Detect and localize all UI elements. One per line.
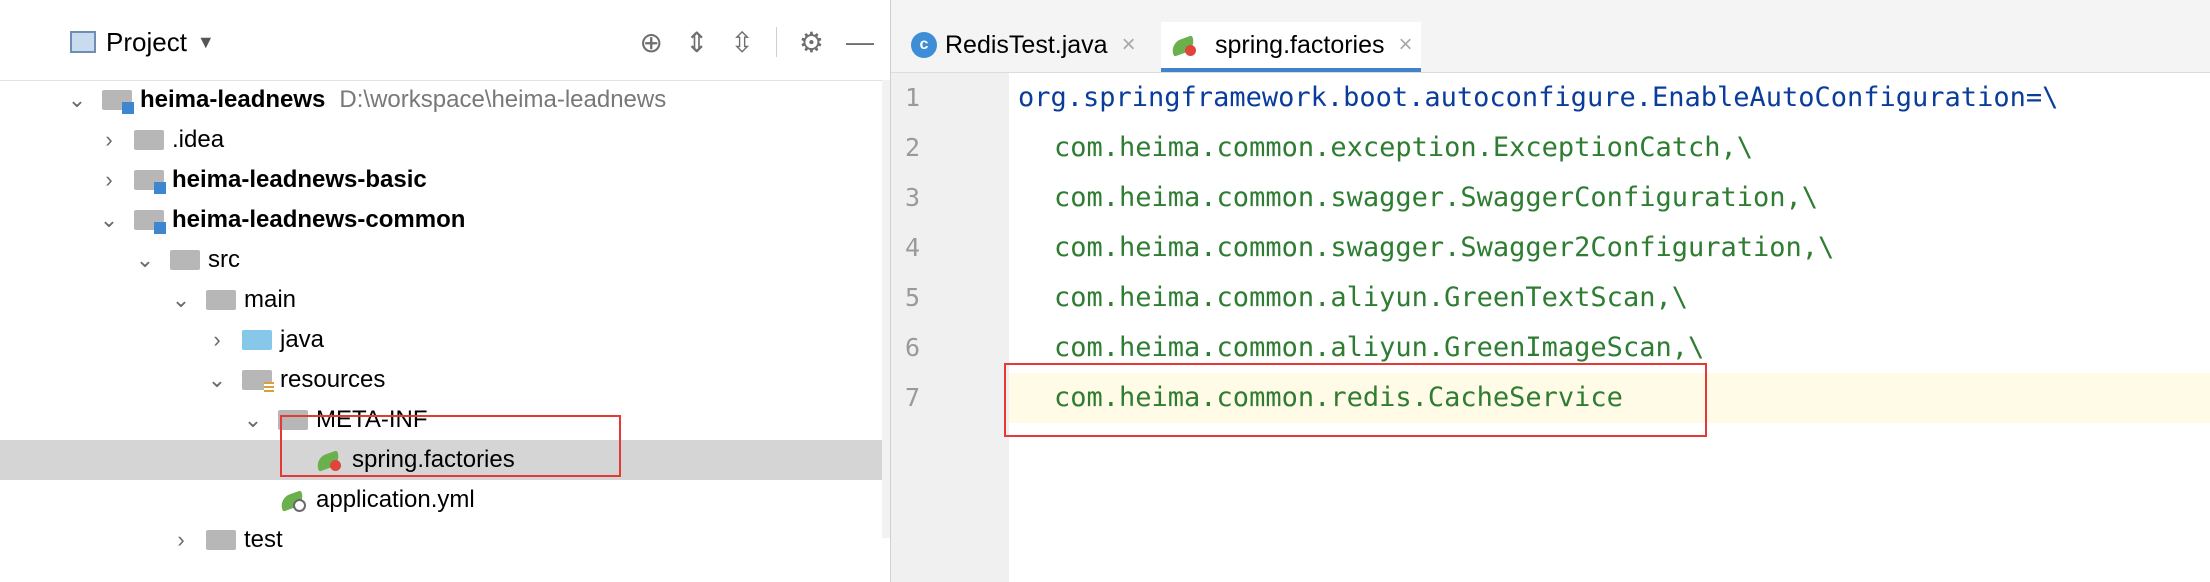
chevron-down-icon[interactable]: ⌄ [206, 367, 228, 393]
tree-item-label: resources [280, 366, 386, 393]
code-area[interactable]: org.springframework.boot.autoconfigure.E… [1009, 73, 2210, 582]
tree-item-label: main [244, 286, 297, 313]
code-text: com.heima.common.swagger.Swagger2Configu… [1054, 232, 1835, 263]
line-number: 7 [905, 383, 921, 412]
code-line[interactable]: com.heima.common.swagger.Swagger2Configu… [1009, 223, 2210, 273]
project-header: Project ▼ ⊕ ⇕ ⇳ ⚙ — [0, 0, 882, 81]
tree-item-label: heima-leadnews-basic [172, 166, 427, 193]
tree-item-label: application.yml [316, 486, 475, 513]
code-text: com.heima.common.exception.ExceptionCatc… [1054, 132, 1753, 163]
tree-item-java[interactable]: › java [0, 320, 882, 360]
tree-item-label: META-INF [316, 406, 428, 433]
chevron-down-icon: ▼ [196, 31, 215, 52]
project-tree: ⌄ heima-leadnews D:\workspace\heima-lead… [0, 80, 882, 582]
spring-config-icon [278, 488, 308, 512]
project-panel: Project ▼ ⊕ ⇕ ⇳ ⚙ — ⌄ heima-leadnews D:\… [0, 0, 882, 582]
source-folder-icon [242, 330, 272, 350]
tab-redistest-java[interactable]: c RedisTest.java × [903, 22, 1144, 68]
folder-icon [134, 130, 164, 150]
tree-item-spring-factories[interactable]: spring.factories [0, 440, 882, 480]
gear-icon[interactable]: ⚙ [799, 26, 824, 59]
tree-item-main[interactable]: ⌄ main [0, 280, 882, 320]
project-toolbar: ⊕ ⇕ ⇳ ⚙ — [639, 22, 874, 62]
tree-item-heima-leadnews[interactable]: ⌄ heima-leadnews D:\workspace\heima-lead… [0, 80, 882, 120]
tree-item-label: src [208, 246, 240, 273]
code-text: com.heima.common.redis.CacheService [1054, 382, 1623, 413]
locate-icon[interactable]: ⊕ [639, 26, 662, 59]
tree-item-label: .idea [172, 126, 225, 153]
code-line[interactable]: com.heima.common.aliyun.GreenImageScan,\ [1009, 323, 2210, 373]
tree-scrollbar[interactable] [882, 80, 890, 538]
tree-item-label: heima-leadnews [140, 86, 326, 113]
code-editor[interactable]: 1 2 3 4 5 6 7 org.springframework.boot.a… [891, 73, 2210, 582]
code-text: org.springframework.boot.autoconfigure.E… [1018, 82, 2059, 113]
tab-label: spring.factories [1215, 30, 1385, 59]
line-number: 5 [905, 283, 921, 312]
project-path: D:\workspace\heima-leadnews [339, 86, 667, 113]
code-line[interactable]: com.heima.common.swagger.SwaggerConfigur… [1009, 173, 2210, 223]
tree-item-src[interactable]: ⌄ src [0, 240, 882, 280]
close-icon[interactable]: × [1122, 31, 1136, 59]
code-text: com.heima.common.aliyun.GreenImageScan,\ [1054, 332, 1705, 363]
resources-folder-icon [242, 370, 274, 394]
tab-label: RedisTest.java [945, 30, 1108, 59]
spring-file-icon [1169, 33, 1199, 57]
tree-item-label: test [244, 526, 283, 553]
project-view-selector[interactable]: Project ▼ [70, 22, 215, 62]
tree-item-label: java [280, 326, 325, 353]
folder-icon [206, 290, 236, 310]
tree-item-heima-leadnews-basic[interactable]: › heima-leadnews-basic [0, 160, 882, 200]
tree-item-label: heima-leadnews-common [172, 206, 466, 233]
code-text: com.heima.common.aliyun.GreenTextScan,\ [1054, 282, 1688, 313]
chevron-right-icon[interactable]: › [206, 327, 228, 353]
project-title: Project [106, 26, 187, 57]
chevron-right-icon[interactable]: › [98, 127, 120, 153]
chevron-right-icon[interactable]: › [98, 167, 120, 193]
module-folder-icon [134, 210, 166, 234]
chevron-down-icon[interactable]: ⌄ [170, 287, 192, 313]
module-folder-icon [102, 90, 134, 114]
toolbar-divider [775, 27, 777, 57]
project-window-icon [70, 31, 96, 53]
line-number: 2 [905, 133, 921, 162]
chevron-down-icon[interactable]: ⌄ [242, 407, 264, 433]
collapse-all-icon[interactable]: ⇳ [730, 26, 753, 59]
code-line-current[interactable]: com.heima.common.redis.CacheService [1009, 373, 2210, 423]
chevron-down-icon[interactable]: ⌄ [98, 207, 120, 233]
tree-item-meta-inf[interactable]: ⌄ META-INF [0, 400, 882, 440]
java-class-icon: c [911, 32, 937, 58]
tree-item-heima-leadnews-common[interactable]: ⌄ heima-leadnews-common [0, 200, 882, 240]
chevron-right-icon[interactable]: › [170, 527, 192, 553]
chevron-down-icon[interactable]: ⌄ [134, 247, 156, 273]
code-text: com.heima.common.swagger.SwaggerConfigur… [1054, 182, 1819, 213]
expand-all-icon[interactable]: ⇕ [685, 26, 708, 59]
line-number: 3 [905, 183, 921, 212]
tree-item-resources[interactable]: ⌄ resources [0, 360, 882, 400]
folder-icon [278, 410, 308, 430]
close-icon[interactable]: × [1399, 31, 1413, 59]
tab-spring-factories[interactable]: spring.factories × [1161, 22, 1421, 72]
tree-item-test[interactable]: › test [0, 520, 882, 560]
module-folder-icon [134, 170, 166, 194]
tree-item-idea[interactable]: › .idea [0, 120, 882, 160]
line-number-gutter: 1 2 3 4 5 6 7 [891, 73, 1009, 582]
spring-file-icon [314, 448, 344, 472]
code-line[interactable]: com.heima.common.exception.ExceptionCatc… [1009, 123, 2210, 173]
tree-item-application-yml[interactable]: application.yml [0, 480, 882, 520]
chevron-down-icon[interactable]: ⌄ [66, 87, 88, 113]
folder-icon [206, 530, 236, 550]
line-number: 4 [905, 233, 921, 262]
minimize-icon[interactable]: — [846, 26, 874, 58]
line-number: 6 [905, 333, 921, 362]
folder-icon [170, 250, 200, 270]
tree-item-label: spring.factories [352, 446, 515, 473]
editor-tabs: c RedisTest.java × spring.factories × [891, 0, 2210, 73]
code-line[interactable]: com.heima.common.aliyun.GreenTextScan,\ [1009, 273, 2210, 323]
line-number: 1 [905, 83, 921, 112]
code-line[interactable]: org.springframework.boot.autoconfigure.E… [1009, 73, 2210, 123]
